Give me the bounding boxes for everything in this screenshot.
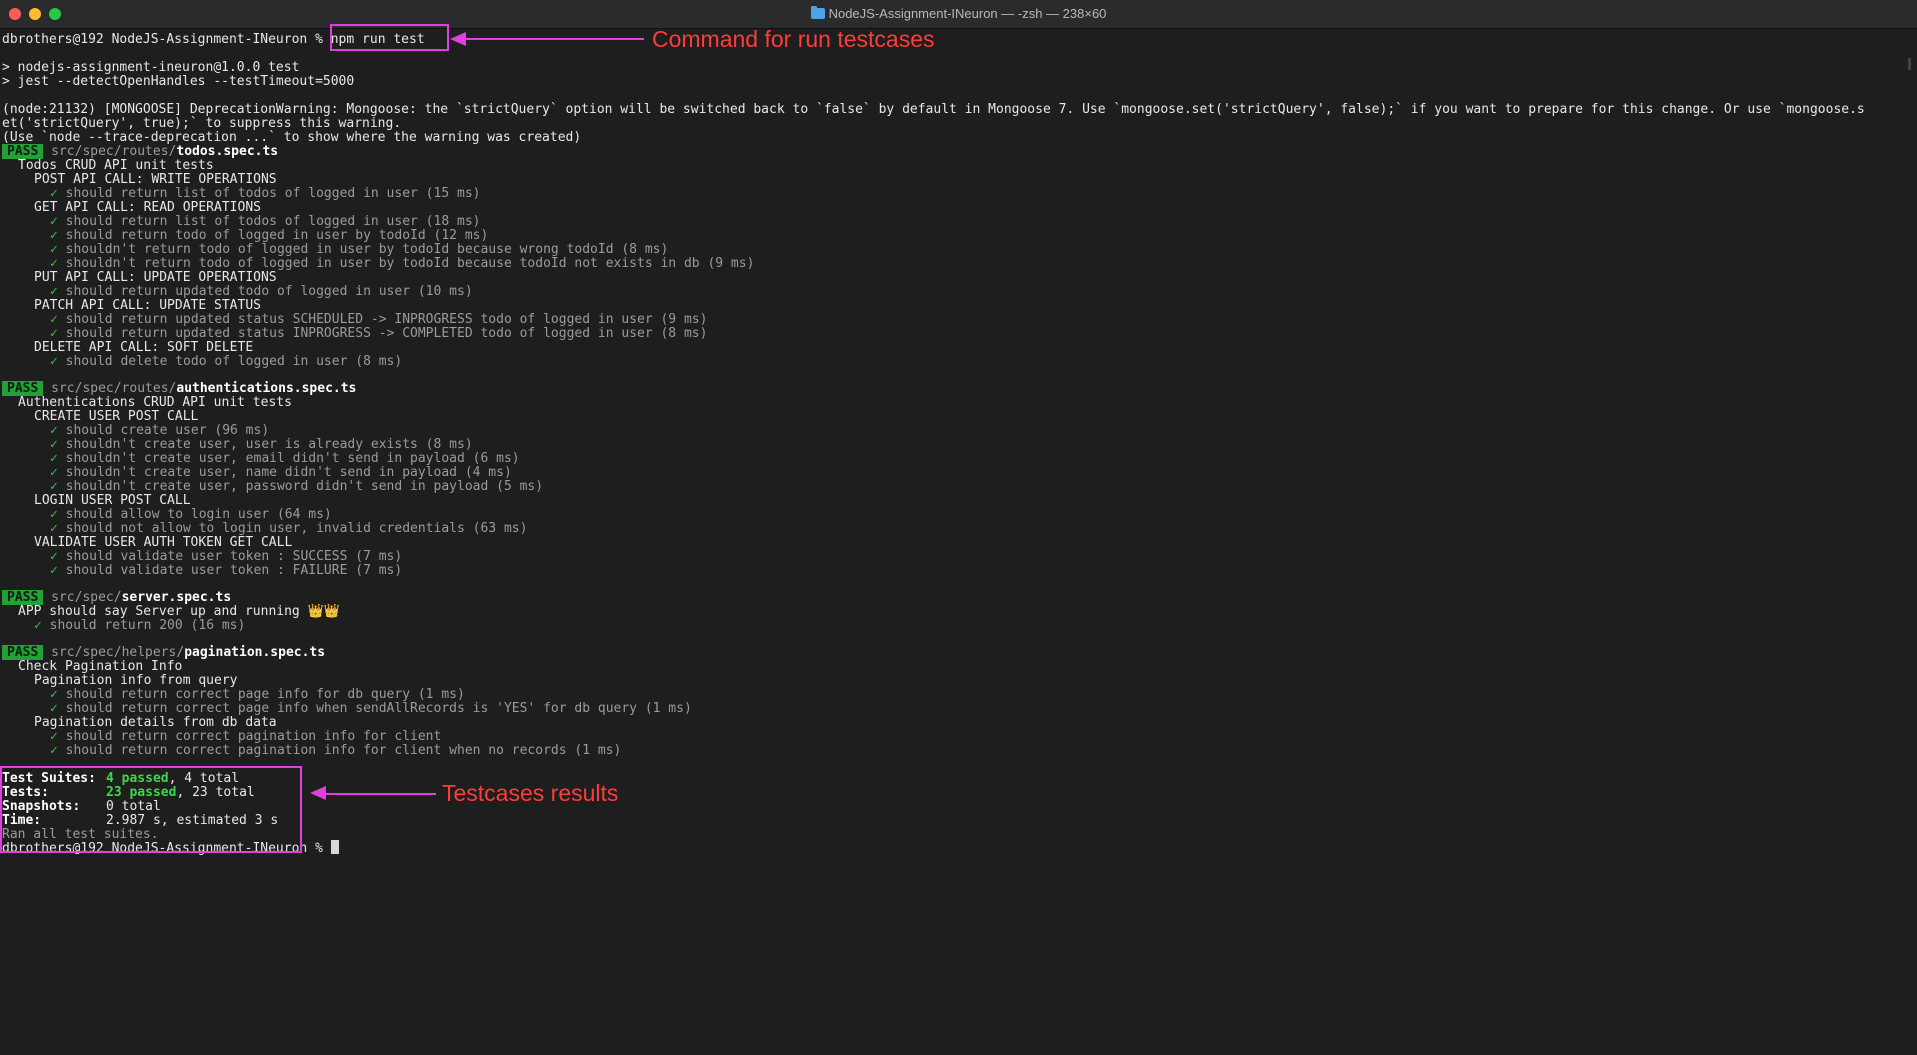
test-result: ✓ should return 200 (16 ms) bbox=[34, 618, 246, 633]
command-arrow-head bbox=[450, 32, 466, 46]
test-result: ✓ should validate user token : FAILURE (… bbox=[50, 563, 403, 578]
check-icon: ✓ bbox=[50, 354, 58, 369]
folder-icon bbox=[810, 6, 825, 19]
test-result: ✓ should return correct pagination info … bbox=[50, 743, 622, 758]
command-arrow bbox=[462, 38, 644, 40]
prompt-text: dbrothers@192 NodeJS-Assignment-INeuron … bbox=[2, 32, 331, 47]
check-icon: ✓ bbox=[50, 563, 58, 578]
check-icon: ✓ bbox=[50, 743, 58, 758]
window-titlebar: NodeJS-Assignment-INeuron — -zsh — 238×6… bbox=[0, 0, 1917, 29]
command-annotation: Command for run testcases bbox=[652, 26, 935, 52]
results-arrow bbox=[324, 793, 436, 795]
results-arrow-head bbox=[310, 786, 326, 800]
test-result: ✓ should delete todo of logged in user (… bbox=[50, 354, 403, 369]
terminal-output[interactable]: dbrothers@192 NodeJS-Assignment-INeuron … bbox=[0, 24, 1917, 1055]
window-title: NodeJS-Assignment-INeuron — -zsh — 238×6… bbox=[0, 0, 1917, 28]
output-line: > jest --detectOpenHandles --testTimeout… bbox=[2, 74, 355, 89]
results-highlight-box bbox=[0, 766, 302, 853]
results-annotation: Testcases results bbox=[442, 780, 619, 806]
terminal-cursor bbox=[330, 840, 339, 854]
scrollbar[interactable] bbox=[1908, 58, 1911, 70]
check-icon: ✓ bbox=[34, 618, 42, 633]
crown-icon: 👑👑 bbox=[307, 604, 340, 619]
command-highlight-box bbox=[330, 24, 449, 51]
